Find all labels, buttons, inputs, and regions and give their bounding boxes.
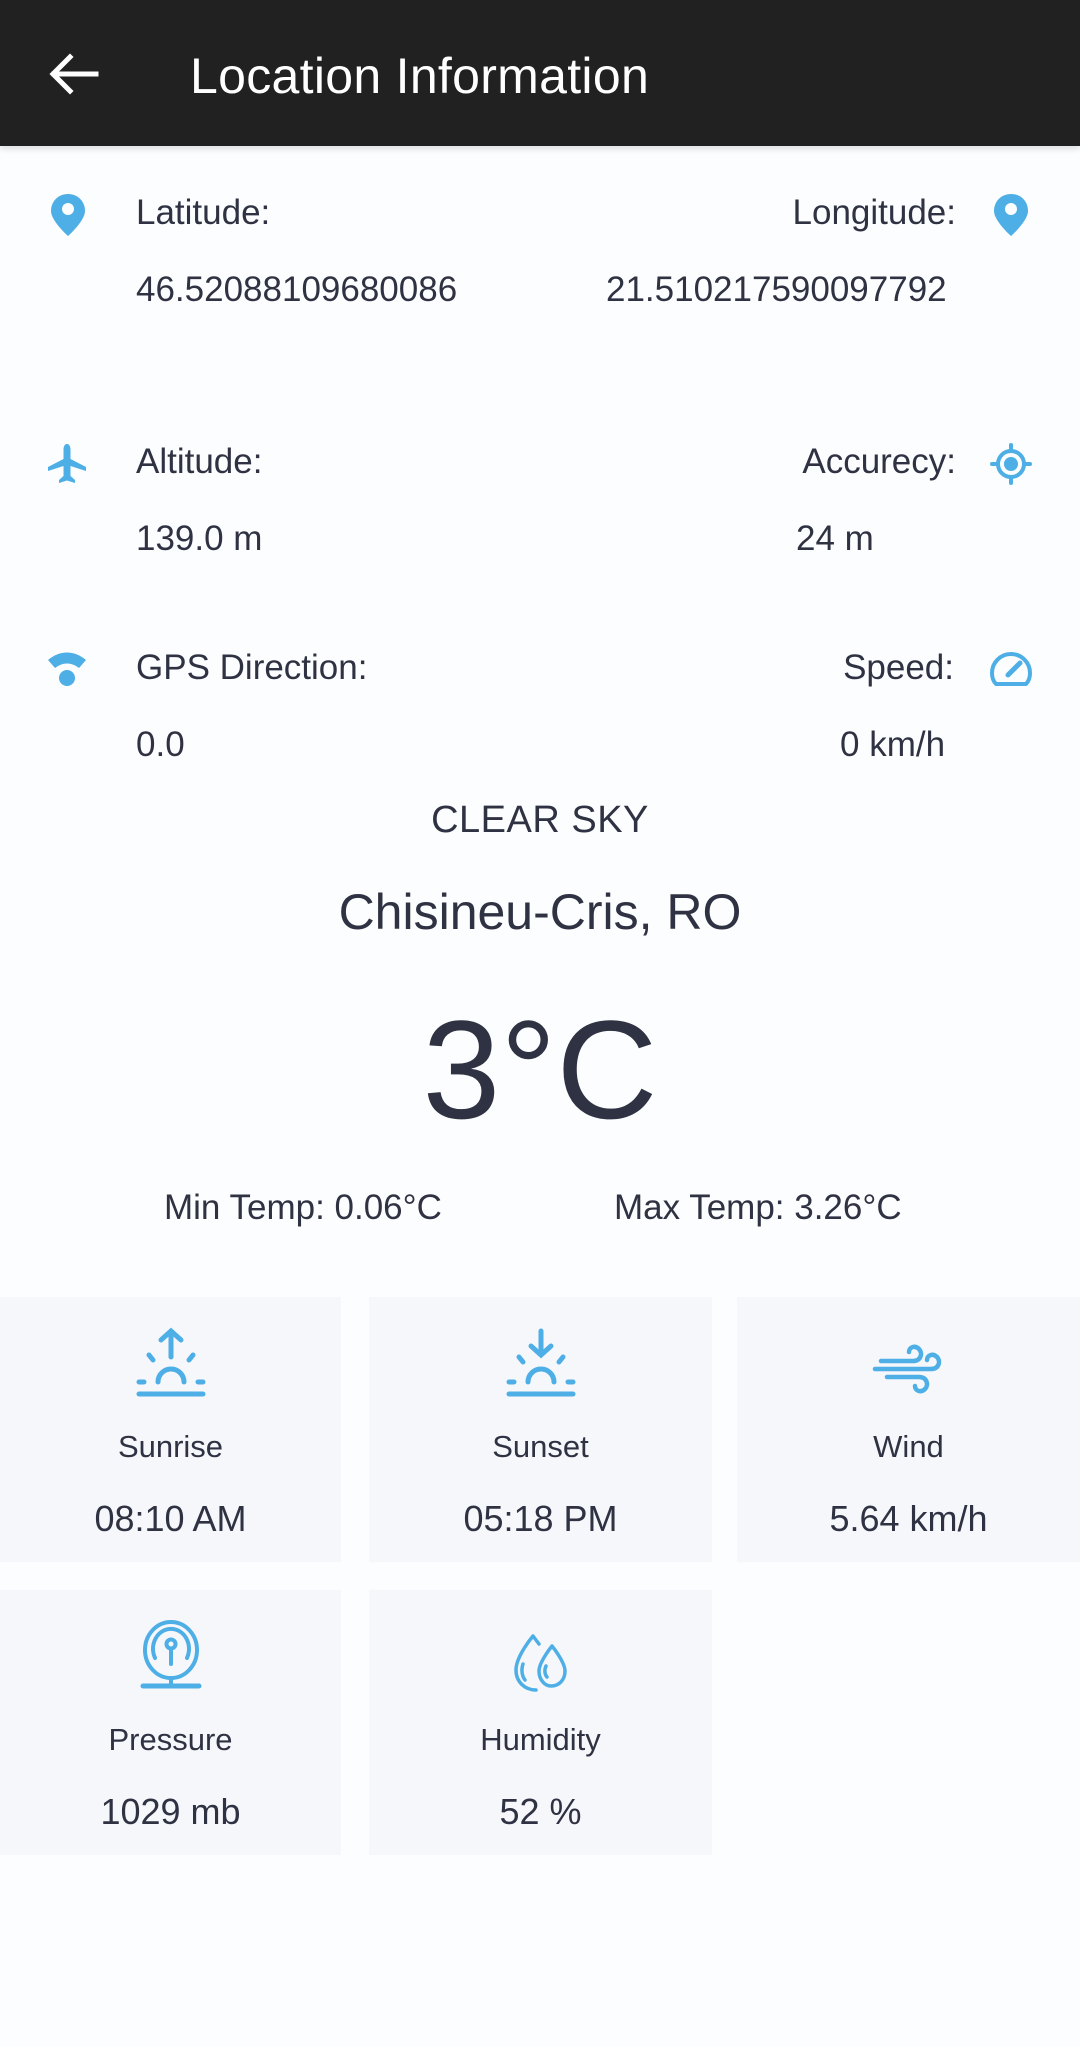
altitude-value: 139.0 m [136, 519, 263, 558]
card-value: 52 % [499, 1791, 582, 1832]
sunrise-icon [136, 1327, 205, 1397]
pressure-card: Pressure 1029 mb [0, 1590, 341, 1855]
humidity-drops-icon [513, 1634, 567, 1692]
current-temperature: 3°C [422, 991, 658, 1148]
accuracy-label: Accurecy: [802, 442, 956, 481]
card-value: 5.64 km/h [829, 1498, 988, 1539]
speed-label: Speed: [843, 648, 954, 687]
speed-value: 0 km/h [840, 725, 946, 764]
app-bar: Location Information [0, 0, 1080, 146]
card-value: 1029 mb [100, 1791, 241, 1832]
card-title: Humidity [480, 1722, 601, 1757]
back-button[interactable] [44, 44, 104, 104]
gps-direction-label: GPS Direction: [136, 648, 368, 687]
longitude-value: 21.510217590097792 [606, 270, 947, 309]
sunset-icon [506, 1328, 575, 1397]
map-pin-icon [51, 194, 85, 236]
gps-target-icon [990, 443, 1032, 485]
humidity-card: Humidity 52 % [369, 1590, 712, 1855]
wind-card: Wind 5.64 km/h [737, 1297, 1080, 1562]
airplane-icon [48, 444, 86, 483]
longitude-label: Longitude: [792, 193, 956, 232]
card-value: 05:18 PM [463, 1498, 618, 1539]
signal-icon [48, 652, 86, 686]
latitude-label: Latitude: [136, 193, 271, 232]
min-temp: Min Temp: 0.06°C [164, 1188, 442, 1227]
sunrise-card: Sunrise 08:10 AM [0, 1297, 341, 1562]
speedometer-icon [990, 652, 1032, 686]
page-title: Location Information [190, 48, 650, 104]
card-title: Sunrise [117, 1429, 224, 1464]
sunset-card: Sunset 05:18 PM [369, 1297, 712, 1562]
latitude-value: 46.52088109680086 [136, 270, 458, 309]
weather-condition: CLEAR SKY [431, 799, 649, 841]
city-name: Chisineu-Cris, RO [338, 884, 742, 940]
card-value: 08:10 AM [94, 1498, 247, 1539]
card-title: Sunset [492, 1429, 589, 1464]
gps-direction-value: 0.0 [136, 725, 185, 764]
card-title: Wind [873, 1429, 944, 1464]
card-title: Pressure [108, 1722, 233, 1757]
max-temp: Max Temp: 3.26°C [614, 1188, 902, 1227]
map-pin-icon [994, 194, 1028, 236]
altitude-label: Altitude: [136, 442, 263, 481]
accuracy-value: 24 m [796, 519, 874, 558]
wind-icon [872, 1344, 941, 1394]
barometer-icon [140, 1620, 201, 1689]
arrow-back-icon [49, 53, 99, 95]
